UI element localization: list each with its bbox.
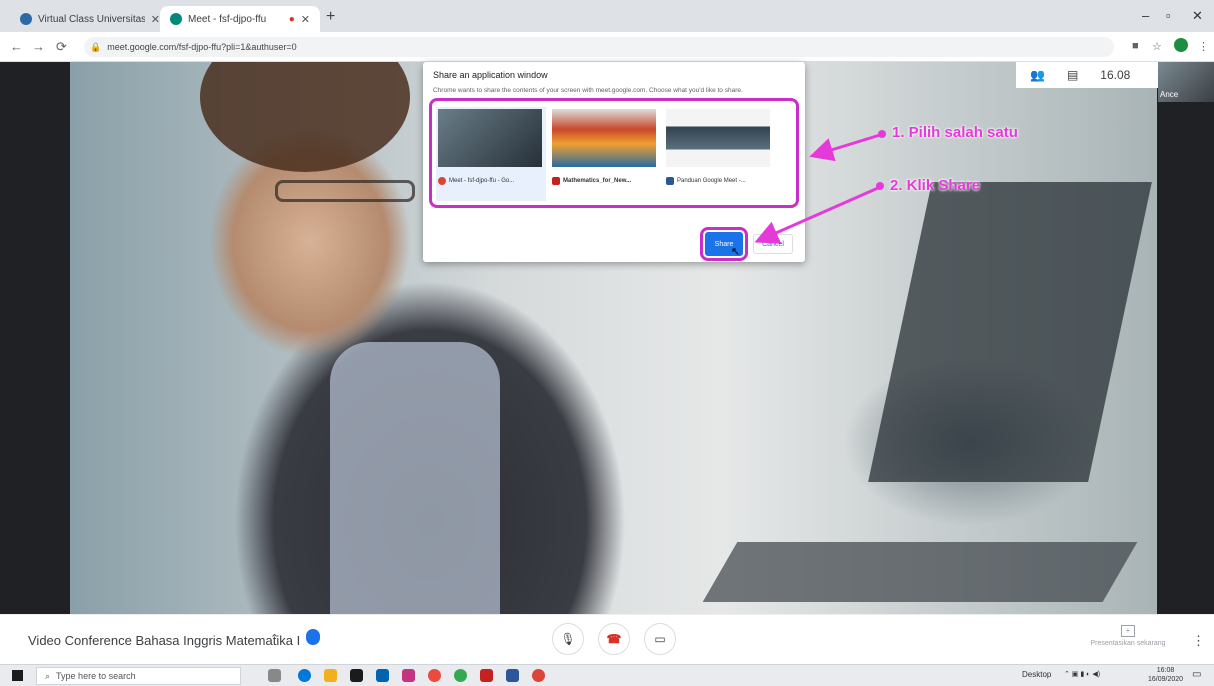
windows-start-icon[interactable] [12, 670, 23, 681]
new-tab-icon[interactable]: + [326, 8, 335, 26]
meeting-name[interactable]: Video Conference Bahasa Inggris Matemati… [28, 633, 300, 648]
close-icon[interactable]: ✕ [151, 13, 160, 26]
address-bar[interactable]: 🔒 meet.google.com/fsf-djpo-ffu?pli=1&aut… [84, 37, 1114, 57]
chevron-up-icon[interactable]: ⌃ [270, 632, 279, 645]
window-option-label: Mathematics_for_New... [552, 177, 658, 185]
present-now-button[interactable]: + Presentasikan sekarang [1082, 625, 1174, 647]
desktop-toolbar[interactable]: Desktop [1022, 670, 1051, 679]
annotation-step2: 2. Klik Share [890, 177, 981, 194]
video-hair [200, 62, 410, 172]
end-call-button[interactable]: ☎ [598, 623, 630, 655]
video-keyboard [702, 542, 1138, 602]
meet-info-bar: 👥 ▤ 16.08 [1016, 62, 1166, 88]
app-icon[interactable] [402, 669, 415, 682]
meet-control-bar: Video Conference Bahasa Inggris Matemati… [0, 614, 1214, 664]
notification-icon[interactable]: ▭ [1192, 669, 1201, 680]
dialog-description: Chrome wants to share the contents of yo… [433, 87, 743, 94]
self-video-tile[interactable]: Ance [1158, 62, 1214, 102]
pdf-icon [552, 177, 560, 185]
search-placeholder: Type here to search [56, 671, 136, 681]
browser-toolbar: ← → ⟳ 🔒 meet.google.com/fsf-djpo-ffu?pli… [0, 32, 1214, 62]
forward-icon[interactable]: → [32, 39, 45, 54]
reload-icon[interactable]: ⟳ [56, 39, 67, 55]
window-option-pdf[interactable]: Mathematics_for_New... [550, 107, 660, 201]
shield-icon[interactable] [306, 629, 320, 645]
window-option-label: Panduan Google Meet -... [666, 177, 772, 185]
present-icon: + [1121, 625, 1135, 637]
meet-time: 16.08 [1100, 68, 1131, 82]
search-icon: ⌕ [45, 670, 51, 681]
meet-icon [170, 13, 182, 25]
clock-date: 16/09/2020 [1148, 676, 1184, 683]
video-glasses [275, 180, 415, 202]
word-taskbar-icon[interactable] [506, 669, 519, 682]
close-icon[interactable]: ✕ [301, 13, 310, 26]
store-icon[interactable] [350, 669, 363, 682]
people-icon[interactable]: 👥 [1030, 68, 1045, 82]
mail-icon[interactable] [376, 669, 389, 682]
cancel-button[interactable]: Cancel [753, 234, 793, 254]
video-shirt [330, 342, 500, 614]
window-close-icon[interactable]: ✕ [1192, 8, 1203, 24]
restore-icon[interactable]: ▫ [1166, 8, 1171, 23]
acrobat-icon[interactable] [480, 669, 493, 682]
chrome-taskbar-icon[interactable] [454, 669, 467, 682]
tab-title: Virtual Class Universitas Malikus... [38, 13, 145, 25]
self-name: Ance [1160, 90, 1179, 99]
camera-icon[interactable]: ■ [1132, 40, 1139, 52]
video-camera-icon: ▭ [654, 632, 666, 646]
star-icon[interactable]: ☆ [1152, 40, 1162, 53]
back-icon[interactable]: ← [10, 39, 23, 54]
window-option-meet[interactable]: Meet - fsf-djpo-ffu - Go... [436, 107, 546, 201]
tab-virtual-class[interactable]: Virtual Class Universitas Malikus... ✕ [10, 6, 170, 32]
share-window-dialog: Share an application window Chrome wants… [423, 62, 805, 262]
hang-up-icon: ☎ [606, 632, 622, 646]
firefox-icon[interactable] [428, 669, 441, 682]
word-icon [666, 177, 674, 185]
microphone-icon: 🎙 [560, 632, 576, 646]
clock[interactable]: 16:08 16/09/2020 [1148, 666, 1183, 684]
annotation-step1: 1. Pilih salah satu [892, 124, 1018, 141]
more-options-icon[interactable]: ⋮ [1192, 633, 1205, 649]
camera-button[interactable]: ▭ [644, 623, 676, 655]
video-monitor [868, 182, 1152, 482]
windows-taskbar: ⌕ Type here to search Desktop ⌃ ▣ ▮ ◐ ◀)… [0, 664, 1214, 686]
chrome-icon [438, 177, 446, 185]
tab-meet[interactable]: Meet - fsf-djpo-ffu ● ✕ [160, 6, 320, 32]
taskbar-search[interactable]: ⌕ Type here to search [36, 667, 241, 685]
window-preview [666, 109, 770, 167]
window-preview [438, 109, 542, 167]
microphone-button[interactable]: 🎙 [552, 623, 584, 655]
tab-title: Meet - fsf-djpo-ffu [188, 13, 267, 25]
window-preview [552, 109, 656, 167]
lock-icon: 🔒 [90, 41, 102, 52]
file-explorer-icon[interactable] [324, 669, 337, 682]
screen: Virtual Class Universitas Malikus... ✕ M… [0, 0, 1214, 686]
minimize-icon[interactable]: – [1142, 8, 1149, 23]
url-text: meet.google.com/fsf-djpo-ffu?pli=1&authu… [107, 42, 297, 52]
browser-tab-strip: Virtual Class Universitas Malikus... ✕ M… [0, 0, 1214, 32]
recording-icon: ● [288, 13, 295, 25]
edge-icon[interactable] [298, 669, 311, 682]
tray-icons[interactable]: ⌃ ▣ ▮ ◐ ◀) [1064, 670, 1100, 678]
mouse-cursor-icon: ↖ [731, 246, 741, 258]
window-thumbnails: Meet - fsf-djpo-ffu - Go... Mathematics_… [429, 98, 799, 208]
window-option-label: Meet - fsf-djpo-ffu - Go... [438, 177, 544, 185]
profile-avatar[interactable] [1174, 38, 1188, 52]
dialog-title: Share an application window [433, 70, 548, 80]
task-view-icon[interactable] [268, 669, 281, 682]
site-icon [20, 13, 32, 25]
window-option-word[interactable]: Panduan Google Meet -... [664, 107, 774, 201]
chrome-active-icon[interactable] [532, 669, 545, 682]
present-label: Presentasikan sekarang [1090, 640, 1166, 647]
chat-icon[interactable]: ▤ [1067, 68, 1078, 82]
menu-icon[interactable]: ⋮ [1198, 40, 1209, 53]
clock-time: 16:08 [1156, 667, 1175, 674]
